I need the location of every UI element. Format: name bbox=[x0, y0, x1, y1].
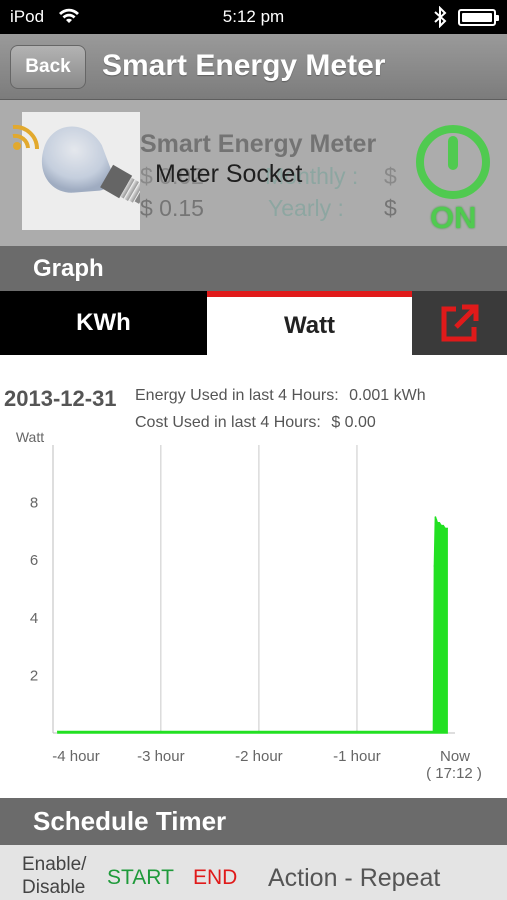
y-axis-label: Watt bbox=[16, 429, 44, 445]
watt-area-series bbox=[57, 516, 448, 734]
data-point bbox=[440, 524, 443, 527]
data-point bbox=[434, 516, 437, 518]
x-tick-label: -3 hour bbox=[137, 748, 185, 765]
start-column-label: START bbox=[107, 866, 174, 889]
graph-section-header: Graph bbox=[0, 246, 507, 291]
action-repeat-label: Action - Repeat bbox=[268, 864, 441, 892]
page-title: Smart Energy Meter bbox=[102, 49, 386, 82]
data-point bbox=[258, 730, 260, 733]
y-tick-label: 8 bbox=[30, 495, 38, 512]
power-button[interactable] bbox=[413, 122, 493, 207]
data-point bbox=[160, 730, 162, 733]
x-tick-label: Now bbox=[440, 748, 470, 765]
data-point bbox=[438, 521, 441, 524]
external-link-icon bbox=[441, 304, 478, 342]
enable-label-line1: Enable/ bbox=[22, 854, 87, 875]
chart-area: 2013-12-31 Energy Used in last 4 Hours: … bbox=[0, 355, 507, 798]
watt-chart: -4 hour -3 hour -2 hour -1 hour Now( 17:12 )… bbox=[16, 429, 482, 782]
data-point bbox=[436, 521, 439, 524]
clock: 5:12 pm bbox=[222, 7, 285, 26]
export-button[interactable] bbox=[412, 291, 507, 355]
yearly-label: Yearly : bbox=[268, 195, 344, 221]
now-time-label: ( 17:12 ) bbox=[426, 765, 482, 782]
tab-watt[interactable]: Watt bbox=[207, 291, 412, 355]
data-point bbox=[446, 527, 448, 530]
wifi-icon bbox=[8, 118, 48, 159]
status-bar: iPod 5:12 pm bbox=[0, 0, 507, 34]
data-point bbox=[435, 519, 438, 521]
graph-tabs: KWh Watt bbox=[0, 291, 507, 355]
data-point bbox=[57, 730, 59, 733]
data-point bbox=[444, 527, 446, 530]
enable-label-line2: Disable bbox=[22, 877, 86, 898]
weekly-cost: $ 0.15 bbox=[140, 195, 204, 221]
device-header: Smart Energy Meter bbox=[140, 130, 377, 158]
battery-icon bbox=[458, 9, 499, 26]
y-tick-label: 6 bbox=[30, 552, 38, 569]
data-point bbox=[356, 730, 358, 733]
power-state-label: ON bbox=[430, 200, 477, 235]
device-panel: Smart Energy Meter $ 0.02 Monthly : $ Me… bbox=[0, 100, 507, 246]
nav-bar: Back Smart Energy Meter bbox=[0, 34, 507, 100]
tab-kwh[interactable]: KWh bbox=[0, 291, 207, 355]
x-tick-label: -4 hour bbox=[52, 748, 100, 765]
device-name: Meter Socket bbox=[155, 160, 303, 188]
data-point bbox=[432, 730, 435, 733]
end-column-label: END bbox=[193, 866, 238, 889]
back-button[interactable]: Back bbox=[10, 45, 86, 89]
schedule-header-row: Enable/ Disable START END Action - Repea… bbox=[0, 845, 507, 900]
x-tick-label: -1 hour bbox=[333, 748, 381, 765]
yearly-cost: $ bbox=[384, 195, 397, 221]
y-tick-label: 2 bbox=[30, 667, 38, 684]
monthly-cost: $ bbox=[384, 163, 397, 189]
schedule-section-header: Schedule Timer bbox=[0, 798, 507, 845]
enable-disable-label: Enable/ Disable bbox=[22, 853, 86, 899]
x-tick-label: -2 hour bbox=[235, 748, 283, 765]
y-tick-label: 4 bbox=[30, 610, 38, 627]
data-point bbox=[433, 565, 436, 567]
data-point bbox=[442, 524, 445, 527]
bluetooth-icon bbox=[433, 5, 447, 33]
